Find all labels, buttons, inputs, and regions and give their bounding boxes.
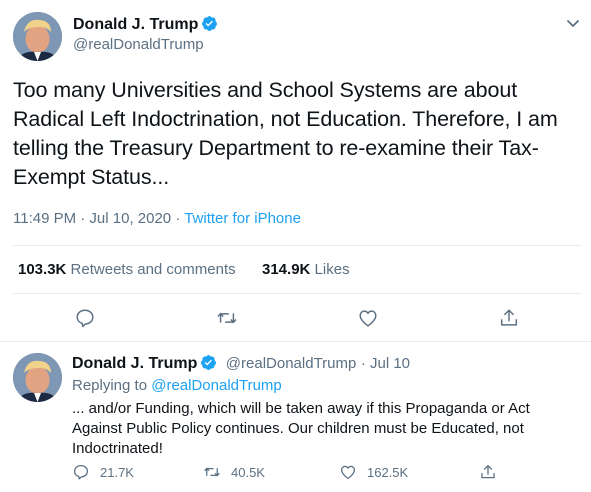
divider bbox=[13, 293, 581, 294]
reply-author-avatar[interactable] bbox=[13, 353, 62, 402]
retweets-count: 103.3K bbox=[18, 261, 67, 278]
likes-stat[interactable]: 314.9K Likes bbox=[262, 261, 350, 278]
tweet-text: Too many Universities and School Systems… bbox=[13, 78, 558, 189]
like-count: 162.5K bbox=[367, 464, 409, 480]
likes-count: 314.9K bbox=[262, 261, 311, 278]
retweets-label: Retweets and comments bbox=[70, 261, 236, 278]
author-handle[interactable]: @realDonaldTrump bbox=[73, 36, 204, 53]
reply-text: ... and/or Funding, which will be taken … bbox=[72, 400, 530, 457]
tweet-timestamp[interactable]: 11:49 PM · Jul 10, 2020 · bbox=[13, 210, 184, 227]
likes-label: Likes bbox=[314, 261, 350, 278]
author-name-row[interactable]: Donald J. Trump bbox=[73, 15, 218, 37]
reply-reply-action[interactable]: 21.7K bbox=[72, 463, 134, 481]
author-name[interactable]: Donald J. Trump bbox=[73, 16, 198, 33]
reply-retweet-action[interactable]: 40.5K bbox=[203, 463, 265, 481]
retweet-count: 40.5K bbox=[231, 464, 265, 480]
replying-to-label: Replying to bbox=[72, 377, 148, 394]
like-icon[interactable] bbox=[339, 463, 357, 481]
reply-date[interactable]: · Jul 10 bbox=[361, 355, 410, 372]
chevron-down-icon[interactable] bbox=[566, 16, 580, 34]
reply-header: Donald J. Trump @realDonaldTrump · Jul 1… bbox=[72, 354, 410, 376]
retweet-icon[interactable] bbox=[203, 463, 221, 481]
reply-like-action[interactable]: 162.5K bbox=[339, 463, 408, 481]
divider bbox=[13, 245, 581, 246]
reply-author-handle[interactable]: @realDonaldTrump bbox=[226, 355, 357, 372]
divider bbox=[0, 341, 591, 342]
replying-to: Replying to @realDonaldTrump bbox=[72, 377, 282, 394]
author-avatar[interactable] bbox=[13, 12, 62, 61]
retweets-stat[interactable]: 103.3K Retweets and comments bbox=[18, 261, 236, 278]
verified-badge-icon bbox=[201, 15, 218, 37]
reply-author-name[interactable]: Donald J. Trump bbox=[72, 355, 197, 372]
tweet-source-link[interactable]: Twitter for iPhone bbox=[184, 210, 301, 227]
reply-icon[interactable] bbox=[74, 307, 96, 329]
replying-to-mention[interactable]: @realDonaldTrump bbox=[151, 377, 282, 394]
share-icon[interactable] bbox=[479, 463, 497, 481]
like-icon[interactable] bbox=[357, 307, 379, 329]
reply-share-action[interactable] bbox=[479, 463, 497, 481]
share-icon[interactable] bbox=[498, 307, 520, 329]
retweet-icon[interactable] bbox=[216, 307, 238, 329]
tweet-meta: 11:49 PM · Jul 10, 2020 · Twitter for iP… bbox=[13, 210, 301, 227]
reply-icon[interactable] bbox=[72, 463, 90, 481]
reply-count: 21.7K bbox=[100, 464, 134, 480]
verified-badge-icon bbox=[200, 354, 217, 376]
